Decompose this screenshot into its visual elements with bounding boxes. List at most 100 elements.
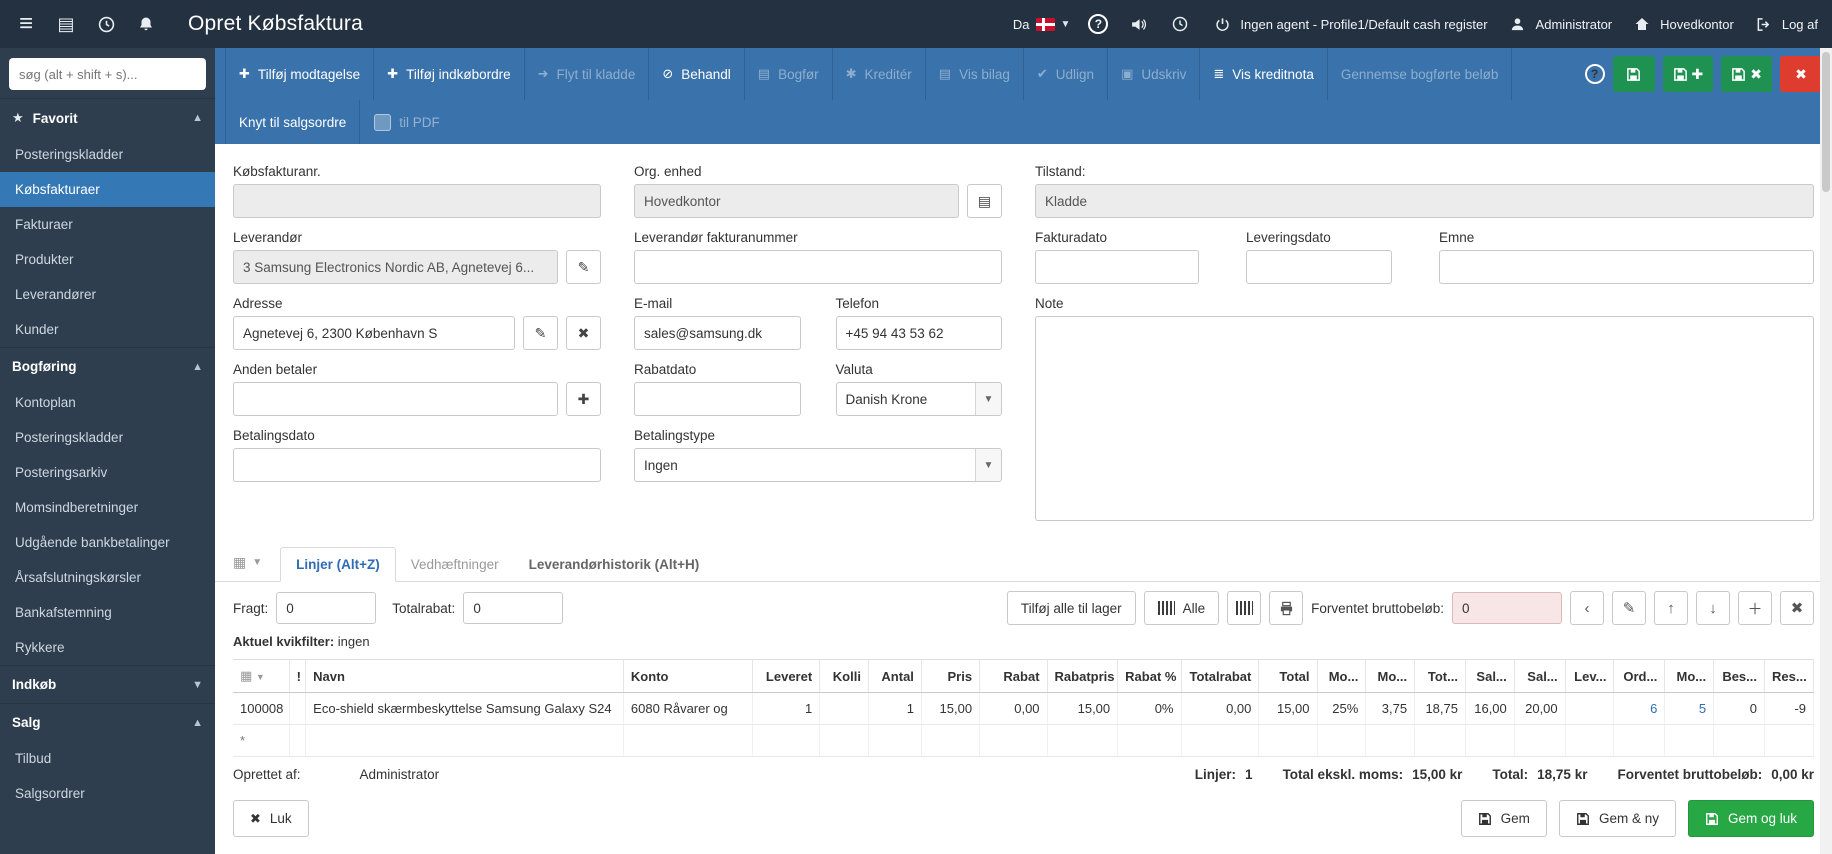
cell-total-inkl[interactable]: 18,75	[1414, 692, 1466, 725]
grid-header-rabat-pct[interactable]: Rabat %	[1117, 659, 1182, 693]
user-menu[interactable]: Administrator	[1506, 12, 1612, 36]
sidebar-item-momsindberetninger[interactable]: Momsindberetninger	[0, 490, 215, 525]
save-button-bottom[interactable]: Gem	[1460, 800, 1547, 837]
grid-header-konto[interactable]: Konto	[623, 659, 753, 693]
sidebar-item-rykkere[interactable]: Rykkere	[0, 630, 215, 665]
grid-header-rabat[interactable]: Rabat	[979, 659, 1048, 693]
cell-konto[interactable]: 6080 Råvarer og	[623, 692, 753, 725]
history-clock-icon[interactable]	[1168, 12, 1192, 36]
hamburger-icon[interactable]: ≡	[14, 10, 38, 37]
grid-header-leveret[interactable]: Leveret	[752, 659, 821, 693]
tab-vedhaeftninger[interactable]: Vedhæftninger	[396, 548, 514, 581]
logout-button[interactable]: Log af	[1752, 12, 1818, 36]
save-and-close-button-bottom[interactable]: Gem og luk	[1687, 800, 1814, 837]
sidebar-item-udgaaende-bankbetalinger[interactable]: Udgående bankbetalinger	[0, 525, 215, 560]
scrollbar-thumb[interactable]	[1822, 52, 1830, 192]
print-lines-button[interactable]	[1269, 591, 1304, 625]
save-button[interactable]	[1612, 56, 1655, 92]
anden-betaler-input[interactable]	[233, 382, 558, 416]
sidebar-item-tilbud[interactable]: Tilbud	[0, 741, 215, 776]
grid-header-ordre[interactable]: Ord...	[1613, 659, 1666, 693]
cell-leveret[interactable]: 1	[752, 692, 821, 725]
add-all-to-stock-button[interactable]: Tilføj alle til lager	[1006, 591, 1136, 625]
valuta-select[interactable]: Danish Krone ▼	[835, 382, 1002, 416]
sidebar-item-produkter[interactable]: Produkter	[0, 242, 215, 277]
grid-header-menu[interactable]: ▦ ▼	[233, 659, 290, 693]
adresse-input[interactable]	[233, 316, 515, 350]
sidebar-section-salg[interactable]: Salg ▲	[0, 703, 215, 741]
rabatdato-input[interactable]	[634, 382, 801, 416]
toolbar-button-vis-kreditnota[interactable]: ≣ Vis kreditnota	[1200, 48, 1328, 100]
emne-input[interactable]	[1439, 250, 1814, 284]
add-line-button[interactable]: ＋	[1738, 591, 1772, 625]
grid-header-res[interactable]: Res...	[1764, 659, 1814, 693]
cell-rabat[interactable]: 0,00	[979, 692, 1048, 725]
betalingsdato-input[interactable]	[233, 448, 601, 482]
grid-header-moms[interactable]: Mo...	[1365, 659, 1416, 693]
help-icon[interactable]: ?	[1088, 14, 1109, 34]
cell-kolli[interactable]	[819, 692, 869, 725]
cell-salg-1[interactable]: 16,00	[1465, 692, 1515, 725]
search-input[interactable]	[9, 58, 206, 90]
grid-header-salg-1[interactable]: Sal...	[1465, 659, 1515, 693]
close-window-button[interactable]: ✖	[1780, 56, 1822, 92]
edit-adresse-button[interactable]: ✎	[523, 316, 558, 350]
forventet-bruttobeloeb-input[interactable]	[1452, 592, 1562, 624]
grid-header-lev[interactable]: Lev...	[1565, 659, 1615, 693]
cell-res[interactable]: -9	[1764, 692, 1814, 725]
cell-navn[interactable]: Eco-shield skærmbeskyttelse Samsung Gala…	[305, 692, 624, 725]
save-and-new-button[interactable]: ✚	[1662, 56, 1714, 92]
location-menu[interactable]: Hovedkontor	[1630, 12, 1734, 36]
sidebar-item-posteringskladder[interactable]: Posteringskladder	[0, 137, 215, 172]
cell-pris[interactable]: 15,00	[921, 692, 981, 725]
cell-lev[interactable]	[1565, 692, 1615, 725]
sidebar-item-kunder[interactable]: Kunder	[0, 312, 215, 347]
cell-totalrabat[interactable]: 0,00	[1181, 692, 1260, 725]
cell-warning[interactable]	[289, 692, 307, 725]
language-selector[interactable]: Da ▼	[1013, 17, 1071, 32]
toolbar-button-behandl[interactable]: ⊘ Behandl	[649, 48, 745, 100]
grid-header-kolli[interactable]: Kolli	[819, 659, 869, 693]
scan-all-button[interactable]: Alle	[1143, 591, 1220, 625]
grid-header-mo[interactable]: Mo...	[1664, 659, 1715, 693]
grid-header-salg-2[interactable]: Sal...	[1514, 659, 1566, 693]
edit-leverandoer-button[interactable]: ✎	[566, 250, 601, 284]
clear-adresse-button[interactable]: ✖	[566, 316, 601, 350]
cell-antal[interactable]: 1	[868, 692, 922, 725]
fragt-input[interactable]	[276, 592, 377, 624]
grid-header-totalrabat[interactable]: Totalrabat	[1181, 659, 1260, 693]
cell-id[interactable]: 100008	[233, 692, 290, 725]
tab-leverandoerhistorik[interactable]: Leverandørhistorik (Alt+H)	[514, 548, 715, 581]
new-row-marker[interactable]: *	[233, 724, 290, 757]
grid-header-bes[interactable]: Bes...	[1713, 659, 1765, 693]
fakturadato-input[interactable]	[1035, 250, 1199, 284]
cell-mo-link[interactable]: 5	[1664, 692, 1715, 725]
grid-header-warning[interactable]: !	[289, 659, 307, 693]
grid-header-navn[interactable]: Navn	[305, 659, 624, 693]
add-betaler-button[interactable]: ✚	[566, 382, 601, 416]
betalingstype-select[interactable]: Ingen ▼	[634, 448, 1002, 482]
cell-moms-pct[interactable]: 25%	[1317, 692, 1367, 725]
sidebar-item-bankafstemning[interactable]: Bankafstemning	[0, 595, 215, 630]
close-button[interactable]: ✖ Luk	[233, 800, 309, 837]
grid-header-rabatpris[interactable]: Rabatpris	[1047, 659, 1119, 693]
sidebar-item-posteringskladder-2[interactable]: Posteringskladder	[0, 420, 215, 455]
toolbar-button-tilfoej-modtagelse[interactable]: ✚ Tilføj modtagelse	[225, 48, 375, 100]
cell-ordre-link[interactable]: 6	[1613, 692, 1666, 725]
sidebar-section-indkoeb[interactable]: Indkøb ▼	[0, 665, 215, 703]
move-line-up-button[interactable]: ↑	[1654, 591, 1688, 625]
toolbar-help-icon[interactable]: ?	[1584, 64, 1605, 84]
cell-salg-2[interactable]: 20,00	[1514, 692, 1566, 725]
bell-icon[interactable]	[134, 12, 158, 36]
sidebar-item-leverandoerer[interactable]: Leverandører	[0, 277, 215, 312]
toolbar-button-knyt-til-salgsordre[interactable]: Knyt til salgsordre	[225, 100, 361, 144]
grid-header-total-inkl[interactable]: Tot...	[1414, 659, 1466, 693]
cell-bes[interactable]: 0	[1713, 692, 1765, 725]
grid-header-moms-pct[interactable]: Mo...	[1317, 659, 1367, 693]
save-and-close-button[interactable]: ✖	[1721, 56, 1772, 92]
agent-status[interactable]: Ingen agent - Profile1/Default cash regi…	[1210, 12, 1488, 36]
barcode-button[interactable]	[1227, 591, 1262, 625]
sidebar-item-aarsafslutningskoersler[interactable]: Årsafslutningskørsler	[0, 560, 215, 595]
delete-line-button[interactable]: ✖	[1780, 591, 1814, 625]
cell-rabat-pct[interactable]: 0%	[1117, 692, 1182, 725]
